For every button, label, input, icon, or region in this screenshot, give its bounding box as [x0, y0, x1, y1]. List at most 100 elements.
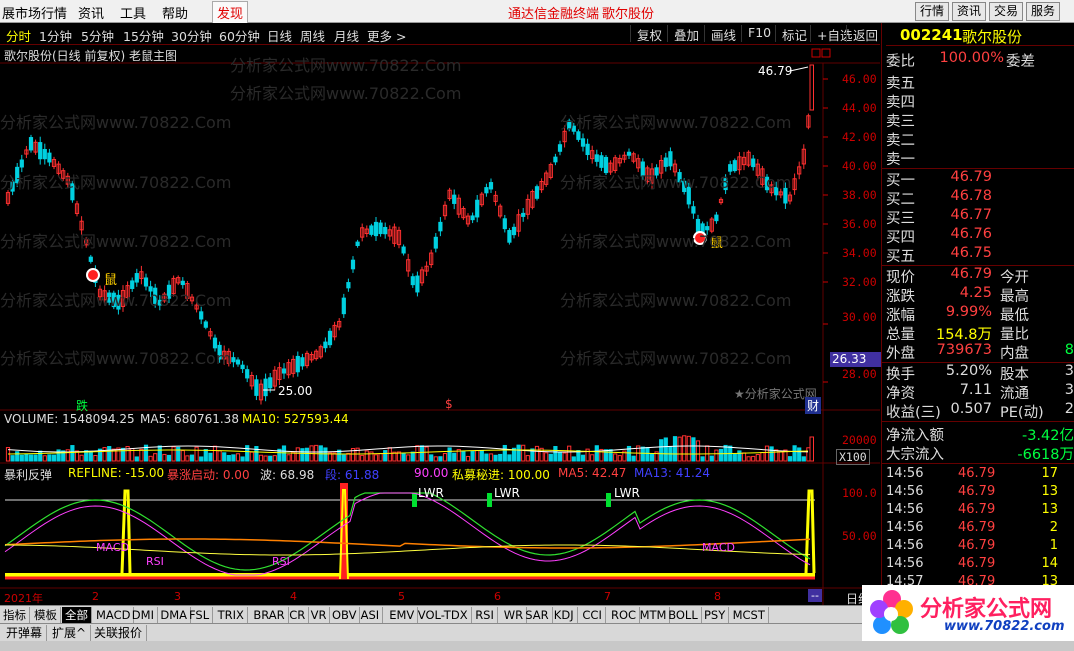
- sell-row: 卖一: [886, 148, 1074, 168]
- jiaoyi-button[interactable]: 交易: [989, 2, 1024, 21]
- expand-button[interactable]: 扩展^: [48, 625, 92, 641]
- tab-指标[interactable]: 指标: [0, 607, 30, 623]
- tab-vol-tdx[interactable]: VOL-TDX: [415, 607, 472, 623]
- xaxis-month: 5: [398, 590, 405, 603]
- lwr-marker: [412, 493, 417, 507]
- tab-sar[interactable]: SAR: [522, 607, 553, 623]
- buy-label: 买一: [886, 173, 915, 189]
- tab-dmi[interactable]: DMI: [129, 607, 158, 623]
- fuwu-button[interactable]: 服务: [1026, 2, 1061, 21]
- hangqing-button[interactable]: 行情: [915, 2, 950, 21]
- tab-brar[interactable]: BRAR: [250, 607, 289, 623]
- volume-bar: [254, 446, 259, 462]
- menu-news[interactable]: 资讯: [78, 3, 104, 22]
- period-5min[interactable]: 5分钟: [81, 26, 114, 45]
- tab-cr[interactable]: CR: [286, 607, 310, 623]
- tab-boll[interactable]: BOLL: [665, 607, 702, 623]
- menu-discover[interactable]: 发现: [212, 1, 249, 24]
- volume-bar: [263, 455, 268, 462]
- tab-psy[interactable]: PSY: [701, 607, 730, 623]
- volume-bar: [594, 445, 599, 462]
- stat-value: 4.25: [959, 285, 992, 301]
- stat-label: 涨跌: [886, 289, 915, 305]
- mouse-signal-label: 鼠: [104, 273, 118, 288]
- period-weekly[interactable]: 周线: [300, 26, 325, 45]
- tab-asi[interactable]: ASI: [358, 607, 384, 623]
- tab-全部[interactable]: 全部: [62, 607, 92, 623]
- diejia-button[interactable]: 叠加: [667, 25, 699, 43]
- tab-vr[interactable]: VR: [308, 607, 331, 623]
- fuquan-button[interactable]: 复权: [630, 25, 662, 43]
- volume-bar: [10, 455, 15, 462]
- volume-bar: [226, 455, 231, 462]
- period-monthly[interactable]: 月线: [334, 26, 359, 45]
- period-1min[interactable]: 1分钟: [39, 26, 72, 45]
- tab-trix[interactable]: TRIX: [215, 607, 248, 623]
- tick-row: 14:56 46.79 14: [886, 556, 1072, 574]
- volume-bar: [801, 456, 806, 462]
- tab-cci[interactable]: CCI: [579, 607, 606, 623]
- stat-value: 8: [1064, 342, 1074, 358]
- period-more[interactable]: 更多 >: [367, 26, 406, 45]
- huaxian-button[interactable]: 画线: [704, 25, 736, 43]
- stat-label: 最高: [1000, 289, 1029, 305]
- indicator-wave: 波: 68.98: [260, 468, 315, 482]
- candle-body: [143, 277, 149, 287]
- link-stock[interactable]: 歌尔股份: [602, 3, 654, 22]
- period-60min[interactable]: 60分钟: [219, 26, 260, 45]
- f10-button[interactable]: F10: [741, 25, 771, 42]
- candle-body: [295, 355, 300, 373]
- volume-bar: [148, 455, 153, 462]
- volume-bar: [429, 454, 434, 462]
- sell-label: 卖四: [886, 95, 915, 111]
- period-daily[interactable]: 日线: [267, 26, 292, 45]
- candle-body: [355, 241, 360, 246]
- buy-label: 买五: [886, 249, 915, 265]
- tab-roc[interactable]: ROC: [608, 607, 641, 623]
- period-fenshi[interactable]: 分时: [6, 26, 31, 45]
- volume-bar: [360, 454, 365, 462]
- candle-body: [346, 282, 351, 289]
- volume-bar: [208, 452, 213, 462]
- menu-tools[interactable]: 工具: [120, 3, 146, 22]
- back-button[interactable]: 返回: [846, 25, 878, 43]
- menu-market[interactable]: 展市场行情: [2, 3, 67, 22]
- indicator-name[interactable]: 暴利反弹: [4, 466, 52, 483]
- tab-emv[interactable]: EMV: [386, 607, 419, 623]
- watermark: 分析家公式网www.70822.Com: [0, 291, 232, 310]
- watermark: 分析家公式网www.70822.Com: [560, 113, 792, 132]
- volume-bar: [493, 454, 498, 462]
- tab-模板[interactable]: 模板: [31, 607, 61, 623]
- buy-label: 买三: [886, 211, 915, 227]
- volume-bar: [176, 446, 181, 462]
- xaxis-month: 7: [604, 590, 611, 603]
- link-terminal[interactable]: 通达信金融终端: [508, 3, 599, 22]
- candle-body: [691, 206, 696, 214]
- volume-bar: [300, 448, 305, 462]
- tab-mcst[interactable]: MCST: [730, 607, 769, 623]
- tab-rsi[interactable]: RSI: [472, 607, 498, 623]
- tab-obv[interactable]: OBV: [329, 607, 361, 623]
- menu-help[interactable]: 帮助: [162, 3, 188, 22]
- price-tick: 44.00: [842, 101, 877, 115]
- stat-value: 739673: [936, 342, 992, 358]
- candle-body: [475, 199, 480, 218]
- period-30min[interactable]: 30分钟: [171, 26, 212, 45]
- biaoji-button[interactable]: 标记: [775, 25, 807, 43]
- watermark: 分析家公式网www.70822.Com: [230, 56, 462, 75]
- volume-bar: [488, 453, 494, 462]
- candle-body: [281, 368, 287, 374]
- volume-bar: [295, 447, 300, 462]
- candle-body: [594, 154, 599, 162]
- danmu-button[interactable]: 开弹幕: [2, 625, 48, 641]
- flow-value: -3.42亿: [1021, 428, 1074, 444]
- tab-fsl[interactable]: FSL: [186, 607, 214, 623]
- volume-tick: 20000: [842, 433, 877, 447]
- tab-kdj[interactable]: KDJ: [551, 607, 578, 623]
- volume-bar: [258, 454, 264, 462]
- chart-area[interactable]: 歌尔股份(日线 前复权) 老鼠主图 46.00 44.00 42.00 40.0…: [0, 45, 882, 606]
- related-quote-button[interactable]: 关联报价: [90, 625, 148, 641]
- zixun-button[interactable]: 资讯: [952, 2, 987, 21]
- period-15min[interactable]: 15分钟: [123, 26, 164, 45]
- volume-bar: [452, 452, 457, 462]
